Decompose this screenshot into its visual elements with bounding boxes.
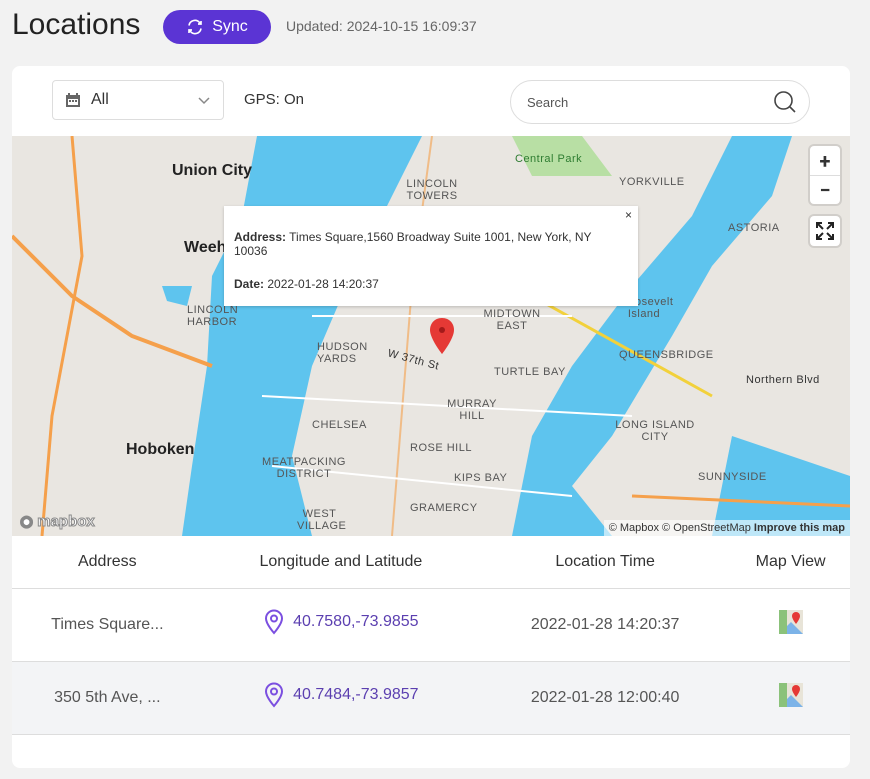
filter-value: All	[91, 91, 109, 108]
address-cell: Times Square...	[12, 588, 203, 662]
popup-date: 2022-01-28 14:20:37	[267, 277, 379, 291]
map-label: MEATPACKING DISTRICT	[262, 456, 346, 480]
map-label: KIPS BAY	[454, 472, 508, 484]
time-cell: 2022-01-28 12:00:40	[479, 661, 732, 735]
zoom-out-button[interactable]: −	[810, 175, 840, 204]
location-pin-icon	[265, 682, 284, 708]
map-label: LONG ISLAND CITY	[615, 419, 695, 443]
sync-icon	[188, 19, 203, 35]
map-label: QUEENSBRIDGE	[619, 349, 714, 361]
coordinates-link[interactable]: 40.7484,-73.9857	[293, 686, 418, 704]
column-header-map-view: Map View	[731, 536, 850, 589]
map-label: CHELSEA	[312, 419, 367, 431]
map-label: Central Park	[515, 153, 583, 165]
updated-timestamp: Updated: 2024-10-15 16:09:37	[286, 18, 477, 34]
coordinates-cell[interactable]: 40.7580,-73.9855	[202, 588, 480, 662]
column-header-time: Location Time	[479, 536, 732, 589]
search-input[interactable]	[527, 94, 747, 110]
map-label: Hoboken	[126, 441, 195, 458]
locations-card: All GPS: On Union City Hoboken Weeh LINC…	[12, 66, 850, 768]
google-maps-icon[interactable]	[778, 610, 803, 634]
column-header-coordinates: Longitude and Latitude	[202, 536, 480, 589]
column-header-address: Address	[12, 536, 203, 589]
address-cell: 350 5th Ave, ...	[12, 661, 203, 735]
popup-close-button[interactable]: ×	[625, 208, 632, 222]
location-marker-icon[interactable]	[430, 318, 454, 356]
zoom-control: + −	[810, 146, 840, 204]
date-filter-select[interactable]: All	[52, 80, 224, 120]
improve-map-link[interactable]: Improve this map	[754, 522, 845, 534]
attribution-text[interactable]: © Mapbox © OpenStreetMap	[609, 522, 751, 534]
map-label: LINCOLN HARBOR	[187, 304, 239, 328]
coordinates-link[interactable]: 40.7580,-73.9855	[293, 613, 418, 631]
mapbox-logo[interactable]: ◉ mapbox	[20, 512, 96, 531]
map-label: MURRAY HILL	[447, 398, 497, 422]
gps-status: GPS: On	[244, 91, 305, 108]
map-label: YORKVILLE	[619, 176, 685, 188]
table-row[interactable]: 350 5th Ave, ... 40.7484,-73.9857 2022-0…	[12, 661, 850, 735]
table-row[interactable]: Times Square... 40.7580,-73.9855 2022-01…	[12, 588, 850, 662]
map-label: WEST VILLAGE	[297, 508, 347, 532]
map-label: ROSE HILL	[410, 442, 472, 454]
map-label: Northern Blvd	[746, 374, 820, 386]
map-label: ASTORIA	[728, 222, 780, 234]
map-label: SUNNYSIDE	[698, 471, 767, 483]
popup-address-label: Address:	[234, 230, 287, 244]
map-view[interactable]: Union City Hoboken Weeh LINCOLN HARBOR H…	[12, 136, 850, 536]
map-label: TURTLE BAY	[494, 366, 566, 378]
popup-address: Times Square,1560 Broadway Suite 1001, N…	[234, 230, 592, 258]
map-view-cell[interactable]	[731, 588, 850, 662]
google-maps-icon[interactable]	[778, 683, 803, 707]
map-attribution: © Mapbox © OpenStreetMap Improve this ma…	[603, 520, 850, 536]
map-label: Weeh	[184, 239, 227, 256]
time-cell: 2022-01-28 14:20:37	[479, 588, 732, 662]
sync-button[interactable]: Sync	[163, 10, 271, 44]
fullscreen-button[interactable]	[810, 216, 840, 246]
map-label: Union City	[172, 162, 252, 179]
map-label: MIDTOWN EAST	[483, 308, 541, 332]
sync-label: Sync	[212, 18, 248, 35]
zoom-in-button[interactable]: +	[810, 146, 840, 175]
map-label: GRAMERCY	[410, 502, 478, 514]
popup-date-label: Date:	[234, 277, 265, 291]
locations-table: Address Longitude and Latitude Location …	[12, 536, 850, 735]
location-pin-icon	[265, 609, 284, 635]
coordinates-cell[interactable]: 40.7484,-73.9857	[202, 661, 480, 735]
map-label: LINCOLN TOWERS	[406, 178, 458, 202]
map-label: HUDSON YARDS	[317, 341, 368, 365]
map-view-cell[interactable]	[731, 661, 850, 735]
search-box	[510, 80, 810, 124]
page-title: Locations	[12, 8, 141, 41]
calendar-icon	[66, 93, 80, 107]
map-popup: × Address: Times Square,1560 Broadway Su…	[224, 206, 638, 306]
search-icon[interactable]	[773, 90, 797, 114]
fullscreen-icon	[816, 222, 834, 240]
chevron-down-icon	[198, 97, 210, 105]
